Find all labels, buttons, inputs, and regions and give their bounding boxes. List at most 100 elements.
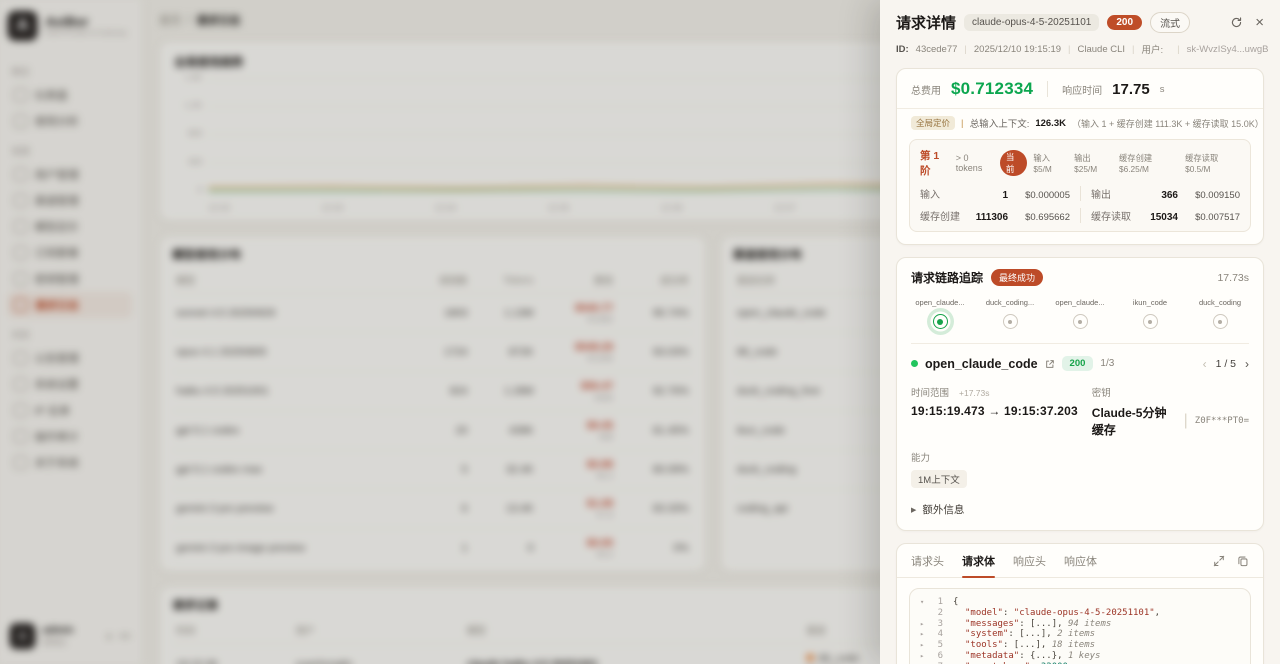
- refresh-icon[interactable]: [1230, 16, 1243, 29]
- trace-node-label: ikun_code: [1133, 298, 1167, 307]
- tier-range: > 0 tokens: [956, 153, 994, 173]
- pager-position: 1 / 5: [1216, 358, 1236, 370]
- tree-chevron-icon[interactable]: ▸: [920, 640, 931, 651]
- trace-node[interactable]: open_claude...: [907, 298, 973, 329]
- context-label: 总输入上下文:: [970, 116, 1030, 130]
- tree-chevron-icon[interactable]: ▸: [920, 651, 931, 662]
- latency-unit: s: [1160, 84, 1165, 95]
- status-badge: 200: [1107, 15, 1142, 30]
- trace-node[interactable]: duck_coding...: [977, 298, 1043, 329]
- trace-title: 请求链路追踪: [911, 269, 983, 286]
- copy-icon[interactable]: [1237, 555, 1249, 567]
- trace-node-label: duck_coding: [1199, 298, 1241, 307]
- tier-cell-cache-read: 缓存读取15034$0.007517: [1080, 208, 1240, 223]
- cost-card: 总费用 $0.712334 响应时间 17.75 s 全局定价 | 总输入上下文…: [896, 68, 1264, 245]
- code-line: ▸6"metadata": {...}, 1 keys: [920, 651, 1240, 662]
- screen: A AxiBor Multi-Provider AI Gateway 概览仪表盘…: [0, 0, 1280, 664]
- trace-node[interactable]: open_claude...: [1047, 298, 1113, 329]
- model-badge: claude-opus-4-5-20251101: [964, 14, 1099, 31]
- json-viewer[interactable]: ▾1{2"model": "claude-opus-4-5-20251101",…: [909, 588, 1251, 664]
- total-cost-label: 总费用: [911, 82, 941, 97]
- pricing-badge: 全局定价: [911, 116, 955, 130]
- time-range-label: 时间范围: [911, 388, 949, 399]
- attempt-detail: open_claude_code 200 1/3 ‹ 1 / 5 › 时间范围 +…: [911, 343, 1249, 517]
- key-sep: |: [1184, 412, 1188, 430]
- line-number: 1: [931, 597, 943, 608]
- pricing-sep: |: [961, 118, 964, 129]
- triangle-icon: ▶: [911, 506, 916, 514]
- tree-chevron-icon[interactable]: ▸: [920, 619, 931, 630]
- request-time: 2025/12/10 19:15:19: [974, 44, 1061, 55]
- client-name: Claude CLI: [1078, 44, 1126, 55]
- trace-node[interactable]: ikun_code: [1117, 298, 1183, 329]
- external-link-icon[interactable]: [1045, 359, 1055, 369]
- tab-response-headers[interactable]: 响应头: [1013, 544, 1046, 577]
- request-id: 43cede77: [916, 44, 958, 55]
- capability-badge: 1M上下文: [911, 470, 967, 488]
- code-line: ▸5"tools": [...], 18 items: [920, 640, 1240, 651]
- payload-card: 请求头请求体响应头响应体 ▾1{2"model": "claude-opus-4…: [896, 543, 1264, 664]
- meta-sep: |: [1132, 44, 1134, 55]
- trace-node[interactable]: duck_coding: [1187, 298, 1253, 329]
- meta-sep: |: [1177, 44, 1179, 55]
- meta-sep: |: [964, 44, 966, 55]
- collapse-icon[interactable]: [1213, 555, 1225, 567]
- trace-node-label: open_claude...: [915, 298, 964, 307]
- time-delta: +17.73s: [959, 388, 990, 398]
- tree-chevron-icon[interactable]: ▾: [920, 597, 931, 608]
- key-name: Claude-5分钟缓存: [1092, 404, 1177, 438]
- tab-response-body[interactable]: 响应体: [1064, 544, 1097, 577]
- attempt-status-badge: 200: [1062, 356, 1094, 371]
- drawer-header: 请求详情 claude-opus-4-5-20251101 200 流式 ×: [896, 12, 1264, 33]
- attempt-channel-name: open_claude_code: [925, 357, 1038, 371]
- success-dot-icon: [911, 360, 918, 367]
- line-number: 6: [931, 651, 943, 662]
- time-range-value: 19:15:19.473 → 19:15:37.203: [911, 404, 1092, 418]
- latency-value: 17.75: [1112, 81, 1150, 98]
- key-masked: Z0F***PT0=: [1195, 416, 1249, 426]
- tier-name: 第 1 阶: [920, 148, 950, 178]
- code-line: 2"model": "claude-opus-4-5-20251101",: [920, 608, 1240, 619]
- trace-status-badge: 最终成功: [991, 269, 1043, 286]
- trace-node-circle-icon: [1073, 314, 1088, 329]
- close-icon[interactable]: ×: [1255, 15, 1264, 30]
- tier-rates: 输入 $5/M输出 $25/M缓存创建 $6.25/M缓存读取 $0.5/M: [1033, 152, 1240, 174]
- api-key-masked: sk-WvzISy4...uwgB: [1187, 44, 1269, 55]
- context-detail: （输入 1 + 缓存创建 111.3K + 缓存读取 15.0K）: [1072, 117, 1264, 130]
- context-total: 126.3K: [1035, 118, 1066, 129]
- tab-request-body[interactable]: 请求体: [962, 544, 995, 577]
- trace-timeline: open_claude... duck_coding... open_claude.…: [897, 286, 1263, 331]
- trace-node-label: duck_coding...: [986, 298, 1034, 307]
- request-meta: ID: 43cede77 | 2025/12/10 19:15:19 | Cla…: [896, 42, 1264, 56]
- line-number: 4: [931, 629, 943, 640]
- trace-duration: 17.73s: [1217, 272, 1249, 284]
- extra-info-toggle[interactable]: ▶ 额外信息: [911, 502, 1249, 517]
- context-summary: 全局定价 | 总输入上下文: 126.3K （输入 1 + 缓存创建 111.3…: [897, 108, 1263, 137]
- id-label: ID:: [896, 44, 909, 55]
- attempt-tries: 1/3: [1100, 358, 1114, 369]
- tier-cell-cache-create: 缓存创建111306$0.695662: [920, 208, 1080, 223]
- payload-tabs-row: 请求头请求体响应头响应体: [897, 544, 1263, 578]
- trace-card: 请求链路追踪 最终成功 17.73s open_claude... duck_co…: [896, 257, 1264, 531]
- trace-node-label: open_claude...: [1055, 298, 1104, 307]
- trace-node-circle-icon: [1003, 314, 1018, 329]
- pager-prev-icon[interactable]: ‹: [1203, 357, 1207, 371]
- code-line: ▾1{: [920, 597, 1240, 608]
- trace-node-circle-icon: [1143, 314, 1158, 329]
- tier-current-badge: 当前: [1000, 150, 1028, 176]
- tier-cell-output: 输出366$0.009150: [1080, 186, 1240, 201]
- latency-label: 响应时间: [1062, 82, 1102, 97]
- tier-cell-input: 输入1$0.000005: [920, 186, 1080, 201]
- code-line: ▸4"system": [...], 2 items: [920, 629, 1240, 640]
- trace-node-circle-icon: [933, 314, 948, 329]
- tab-request-headers[interactable]: 请求头: [911, 544, 944, 577]
- trace-node-circle-icon: [1213, 314, 1228, 329]
- tree-chevron-icon[interactable]: ▸: [920, 629, 931, 640]
- pager-next-icon[interactable]: ›: [1245, 357, 1249, 371]
- capability-label: 能力: [911, 453, 930, 464]
- line-number: 2: [931, 608, 943, 619]
- total-cost-value: $0.712334: [951, 79, 1033, 99]
- code-line: ▸3"messages": [...], 94 items: [920, 619, 1240, 630]
- drawer-title: 请求详情: [896, 12, 956, 33]
- attempt-pager: ‹ 1 / 5 ›: [1203, 357, 1249, 371]
